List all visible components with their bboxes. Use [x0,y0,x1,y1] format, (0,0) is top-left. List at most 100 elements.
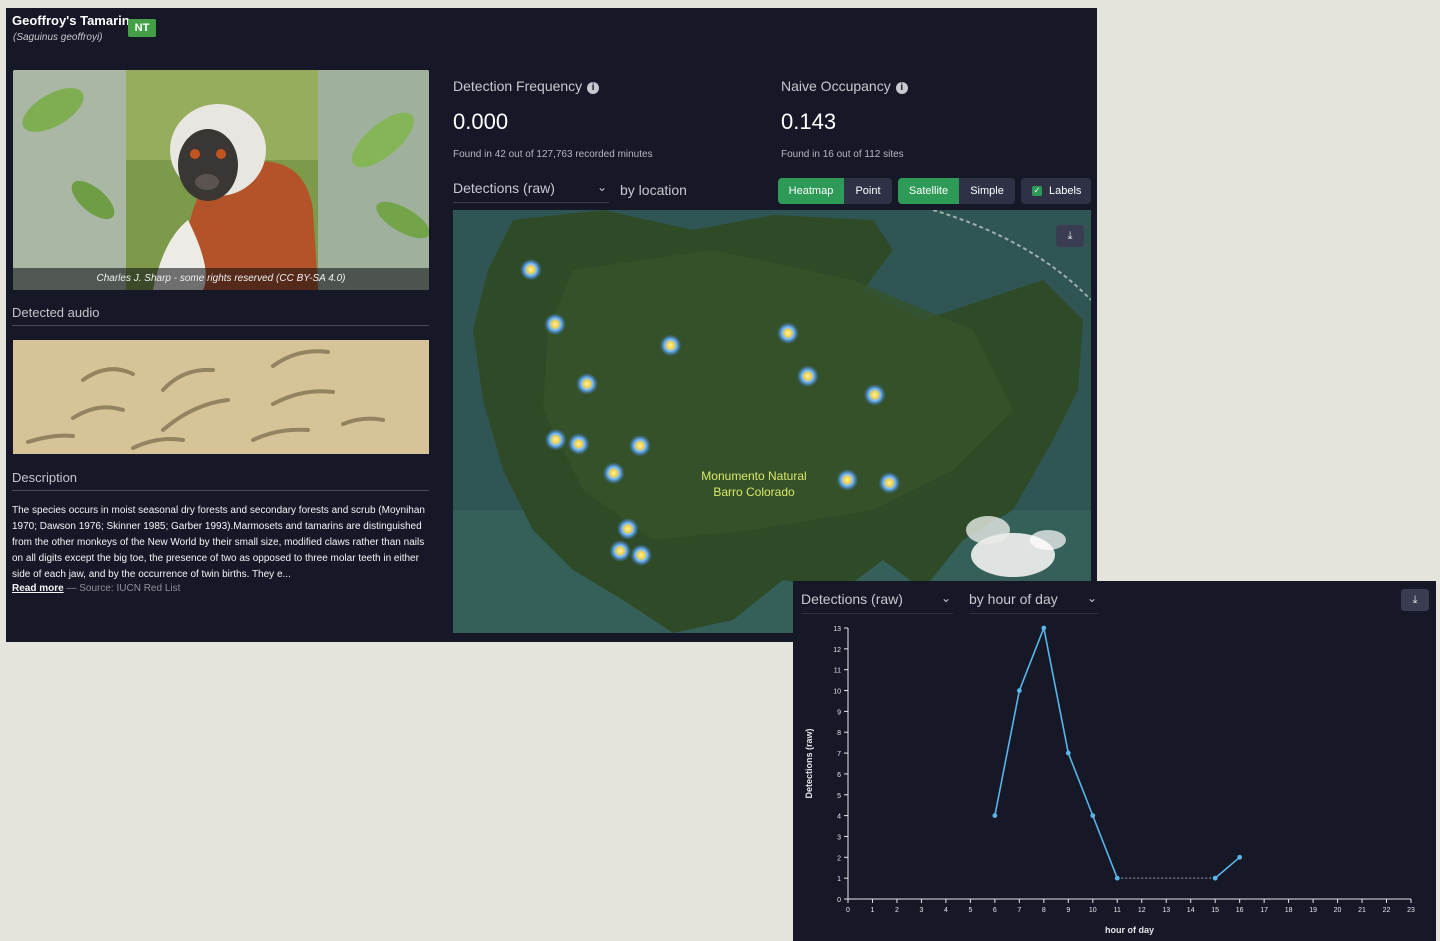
x-tick-label: 14 [1187,907,1195,914]
checkbox-checked-icon: ✓ [1032,186,1042,196]
y-tick-label: 1 [837,876,841,883]
x-tick-label: 15 [1211,907,1219,914]
detections-map[interactable]: Monumento Natural Barro Colorado ⤓ [453,210,1091,633]
data-point[interactable] [992,813,998,819]
heatmap-button[interactable]: Heatmap [778,178,844,204]
info-icon[interactable]: i [895,82,908,94]
map-place-label: Monumento Natural Barro Colorado [701,469,807,499]
data-point[interactable] [1237,854,1243,860]
y-tick-label: 3 [837,834,841,841]
series-line-segment [1067,752,1094,816]
detected-audio-title: Detected audio [12,305,429,326]
map-site-marker[interactable] [776,322,799,345]
x-tick-label: 9 [1066,907,1070,914]
map-site-marker[interactable] [863,383,886,406]
x-tick-label: 23 [1407,907,1415,914]
x-tick-label: 1 [871,907,875,914]
data-point[interactable] [1065,750,1071,756]
y-axis-label: Detections (raw) [804,728,814,798]
x-tick-label: 2 [895,907,899,914]
y-tick-label: 8 [837,730,841,737]
naive-occupancy-label: Naive Occupancy i [781,78,908,94]
y-tick-label: 11 [834,668,841,675]
map-site-marker[interactable] [519,258,542,281]
x-tick-label: 10 [1089,907,1097,914]
y-tick-label: 10 [833,689,841,696]
point-button[interactable]: Point [844,178,892,204]
detection-frequency-label: Detection Frequency i [453,78,600,94]
map-style-toggle: Heatmap Point [778,178,892,204]
y-tick-label: 4 [837,814,841,821]
data-point[interactable] [1114,875,1120,881]
map-site-marker[interactable] [878,471,901,494]
iucn-status-badge: NT [128,19,156,37]
x-tick-label: 5 [968,907,972,914]
description-text: The species occurs in moist seasonal dry… [12,505,425,580]
map-site-marker[interactable] [630,544,653,567]
info-icon[interactable]: i [587,82,600,94]
map-site-marker[interactable] [836,468,859,491]
x-tick-label: 0 [846,907,850,914]
data-point[interactable] [1041,625,1047,631]
x-tick-label: 19 [1309,907,1317,914]
map-site-marker[interactable] [609,539,632,562]
naive-occupancy-note: Found in 16 out of 112 sites [781,149,904,160]
x-tick-label: 12 [1138,907,1146,914]
detection-frequency-note: Found in 42 out of 127,763 recorded minu… [453,149,653,160]
description-title: Description [12,470,429,491]
y-tick-label: 2 [837,855,841,862]
x-tick-label: 8 [1042,907,1046,914]
map-site-marker[interactable] [567,432,590,455]
chevron-down-icon: ⌄ [596,180,607,194]
data-point[interactable] [1090,813,1096,819]
series-line-segment [994,690,1021,816]
x-axis-label: hour of day [1105,925,1154,935]
download-icon[interactable]: ⤓ [1056,225,1084,247]
map-site-marker[interactable] [544,313,567,336]
satellite-button[interactable]: Satellite [898,178,959,204]
series-line-segment [1043,627,1070,754]
audio-spectrogram[interactable] [13,340,429,454]
read-more-link[interactable]: Read more [12,583,64,594]
series-line-segment [1214,856,1241,879]
labels-toggle[interactable]: ✓ Labels [1021,178,1091,204]
y-tick-label: 12 [833,647,841,654]
x-tick-label: 17 [1260,907,1268,914]
map-site-marker[interactable] [575,372,598,395]
y-tick-label: 13 [833,626,841,633]
y-tick-label: 7 [837,751,841,758]
map-base-toggle: Satellite Simple [898,178,1015,204]
series-line-segment [1018,627,1045,691]
x-tick-label: 21 [1358,907,1366,914]
x-tick-label: 16 [1236,907,1244,914]
group-by-label: by location [620,182,687,198]
map-site-marker[interactable] [628,434,651,457]
species-scientific-name: (Saguinus geoffroyi) [13,32,103,43]
y-tick-label: 0 [837,897,841,904]
x-tick-label: 3 [919,907,923,914]
map-site-marker[interactable] [544,428,567,451]
species-photo: Charles J. Sharp - some rights reserved … [13,70,429,290]
simple-button[interactable]: Simple [959,178,1015,204]
species-common-name: Geoffroy's Tamarin [12,13,130,28]
species-panel: Geoffroy's Tamarin (Saguinus geoffroyi) … [6,8,1097,642]
x-tick-label: 13 [1162,907,1170,914]
y-tick-label: 9 [837,709,841,716]
data-point[interactable] [1212,875,1218,881]
map-site-marker[interactable] [659,334,682,357]
x-tick-label: 7 [1017,907,1021,914]
hour-of-day-chart: 0123456789101112130 1 2 3 4 5 6 7 8 9 10 11 12 13 14 15… [804,625,1415,935]
description-source: — Source: IUCN Red List [66,583,181,594]
x-tick-label: 6 [993,907,997,914]
detection-frequency-value: 0.000 [453,109,509,134]
x-tick-label: 22 [1383,907,1391,914]
measure-select[interactable]: Detections (raw) ⌄ [453,180,609,203]
y-tick-label: 5 [837,793,841,800]
map-site-marker[interactable] [602,462,625,485]
x-tick-label: 20 [1334,907,1342,914]
map-site-marker[interactable] [616,517,639,540]
data-point[interactable] [1016,688,1022,693]
x-tick-label: 11 [1114,907,1121,914]
photo-credit: Charles J. Sharp - some rights reserved … [13,268,429,290]
map-site-marker[interactable] [796,365,819,388]
